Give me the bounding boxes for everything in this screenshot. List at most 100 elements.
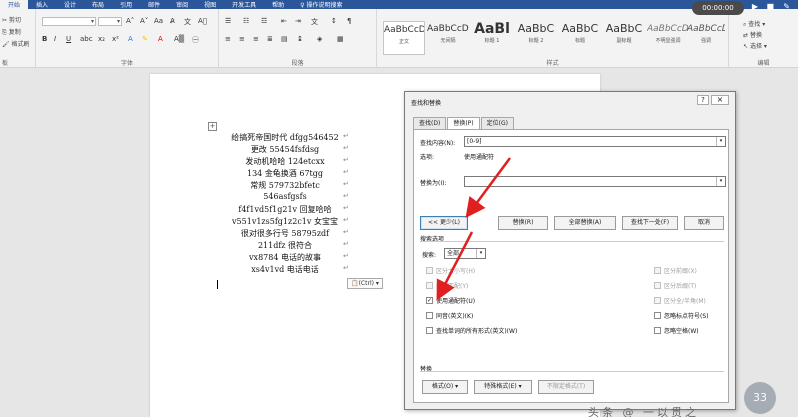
replace-button[interactable]: ⇄ 替换: [743, 30, 762, 39]
stop-icon[interactable]: ■: [766, 2, 774, 11]
highlight-icon[interactable]: ✎: [142, 35, 148, 43]
no-formatting-button[interactable]: 不限定格式(T): [538, 380, 594, 394]
replace-all-button[interactable]: 全部替换(A): [554, 216, 616, 230]
line-spacing-icon[interactable]: ↨: [297, 35, 303, 43]
font-size-combo[interactable]: ▾: [98, 17, 122, 26]
doc-line: 211dfz 很符合: [257, 241, 313, 250]
find-what-field[interactable]: [0-9] ▾: [464, 136, 726, 147]
style-normal[interactable]: AaBbCcDt 正文: [383, 21, 425, 55]
tab-insert[interactable]: 插入: [28, 0, 56, 9]
shading-icon[interactable]: ◈: [317, 35, 322, 43]
tab-help[interactable]: 帮助: [264, 0, 292, 9]
tab-layout[interactable]: 布局: [84, 0, 112, 9]
sort-icon[interactable]: ↕: [331, 17, 337, 25]
paste-options-button[interactable]: 📋(Ctrl) ▾: [347, 278, 383, 289]
find-button[interactable]: ⌕ 查找 ▾: [743, 19, 765, 29]
tab-home[interactable]: 开始: [0, 0, 29, 9]
justify-icon[interactable]: ≣: [267, 35, 273, 43]
align-center-icon[interactable]: ≡: [239, 35, 245, 43]
subscript-button[interactable]: x₂: [98, 35, 105, 43]
enclose-char-icon[interactable]: ㊀: [192, 35, 199, 45]
copy-button[interactable]: ⎘ 复制: [2, 27, 21, 37]
whole-word-checkbox[interactable]: 全字匹配(Y): [426, 281, 468, 290]
underline-button[interactable]: U: [66, 35, 71, 43]
char-border-icon[interactable]: A⃞: [198, 17, 207, 25]
select-button[interactable]: ↖ 选择 ▾: [743, 41, 767, 50]
tab-review[interactable]: 审阅: [168, 0, 196, 9]
style-title[interactable]: AaBbC 标题: [559, 21, 601, 55]
style-emphasis[interactable]: AaBbCcDt 强调: [687, 21, 725, 55]
tab-mailings[interactable]: 邮件: [140, 0, 168, 9]
show-marks-icon[interactable]: ¶: [347, 17, 351, 25]
multilevel-list-icon[interactable]: ☲: [261, 17, 267, 25]
format-button[interactable]: 格式(O) ▾: [422, 380, 468, 394]
char-shading-icon[interactable]: A▒: [174, 35, 184, 43]
bullets-icon[interactable]: ☰: [225, 17, 231, 25]
sounds-like-checkbox[interactable]: 同音(英文)(K): [426, 311, 473, 320]
tab-references[interactable]: 引用: [112, 0, 140, 9]
shrink-font-button[interactable]: A˅: [140, 17, 148, 25]
chinese-layout-icon[interactable]: 文: [311, 17, 318, 27]
increase-indent-icon[interactable]: ⇥: [295, 17, 301, 25]
distributed-icon[interactable]: ▤: [281, 35, 288, 43]
phonetic-guide-icon[interactable]: 文: [184, 17, 191, 27]
grow-font-button[interactable]: A˄: [126, 17, 134, 25]
chevron-down-icon[interactable]: ▾: [716, 137, 725, 146]
format-painter-button[interactable]: 🖌 格式刷: [2, 39, 30, 48]
tab-view[interactable]: 视图: [196, 0, 224, 9]
editing-group-label: 编辑: [757, 60, 770, 67]
chevron-down-icon[interactable]: ▾: [716, 177, 725, 186]
change-case-button[interactable]: Aa: [154, 17, 163, 25]
decrease-indent-icon[interactable]: ⇤: [281, 17, 287, 25]
play-icon[interactable]: ▶: [752, 2, 758, 11]
help-button[interactable]: ?: [697, 95, 709, 105]
style-heading-1[interactable]: AaBl 标题 1: [471, 21, 513, 55]
recording-timer: 00:00:00: [692, 1, 744, 15]
cell-mark: ↵: [343, 228, 349, 236]
style-subtitle[interactable]: AaBbC 副标题: [603, 21, 645, 55]
style-no-spacing[interactable]: AaBbCcDt 无间隔: [427, 21, 469, 55]
match-suffix-checkbox[interactable]: 区分后缀(T): [654, 281, 696, 290]
replace-one-button[interactable]: 替换(R): [498, 216, 548, 230]
superscript-button[interactable]: x²: [112, 35, 119, 43]
clipboard-group-label: 板: [2, 60, 9, 67]
align-left-icon[interactable]: ≡: [225, 35, 231, 43]
text-effects-icon[interactable]: A: [128, 35, 133, 43]
tell-me-search[interactable]: ♀ 操作说明搜索: [292, 0, 350, 9]
less-button[interactable]: << 更少(L): [420, 216, 468, 230]
doc-line: f4f1vd5f1g21v 回复哈哈: [238, 205, 332, 214]
tab-find[interactable]: 查找(D): [413, 117, 447, 129]
tab-design[interactable]: 设计: [56, 0, 84, 9]
font-name-combo[interactable]: ▾: [42, 17, 96, 26]
clear-format-icon[interactable]: A̷: [170, 17, 175, 25]
italic-button[interactable]: I: [54, 35, 56, 43]
ignore-punctuation-checkbox[interactable]: 忽略标点符号(S): [654, 311, 709, 320]
close-button[interactable]: ×: [711, 95, 729, 105]
replace-with-field[interactable]: ▾: [464, 176, 726, 187]
use-wildcards-checkbox[interactable]: ✓ 使用通配符(U): [426, 296, 475, 305]
bold-button[interactable]: B: [42, 35, 47, 43]
numbering-icon[interactable]: ☷: [243, 17, 249, 25]
tab-developer[interactable]: 开发工具: [224, 0, 264, 9]
pen-icon[interactable]: ✎: [783, 2, 790, 11]
tab-goto[interactable]: 定位(G): [480, 117, 514, 129]
special-button[interactable]: 特殊格式(E) ▾: [474, 380, 532, 394]
cancel-button[interactable]: 取消: [684, 216, 724, 230]
align-right-icon[interactable]: ≡: [253, 35, 259, 43]
strikethrough-button[interactable]: abc: [80, 35, 93, 43]
ignore-whitespace-checkbox[interactable]: 忽略空格(W): [654, 326, 699, 335]
clipboard-icon: 📋: [351, 280, 359, 287]
search-direction-select[interactable]: 全部 ▾: [444, 248, 486, 259]
match-width-checkbox[interactable]: 区分全/半角(M): [654, 296, 706, 305]
style-heading-2[interactable]: AaBbC 标题 2: [515, 21, 557, 55]
match-prefix-checkbox[interactable]: 区分前缀(X): [654, 266, 697, 275]
font-color-icon[interactable]: A: [158, 35, 163, 43]
match-case-checkbox[interactable]: 区分大小写(H): [426, 266, 475, 275]
table-move-handle[interactable]: +: [208, 122, 217, 131]
all-word-forms-checkbox[interactable]: 查找单词的所有形式(英文)(W): [426, 326, 517, 335]
borders-icon[interactable]: ▦: [337, 35, 344, 43]
style-subtle-emphasis[interactable]: AaBbCcDt 不明显强调: [647, 21, 689, 55]
chevron-down-icon[interactable]: ▾: [476, 249, 485, 258]
cut-button[interactable]: ✂ 剪切: [2, 15, 21, 24]
find-next-button[interactable]: 查找下一处(F): [622, 216, 678, 230]
